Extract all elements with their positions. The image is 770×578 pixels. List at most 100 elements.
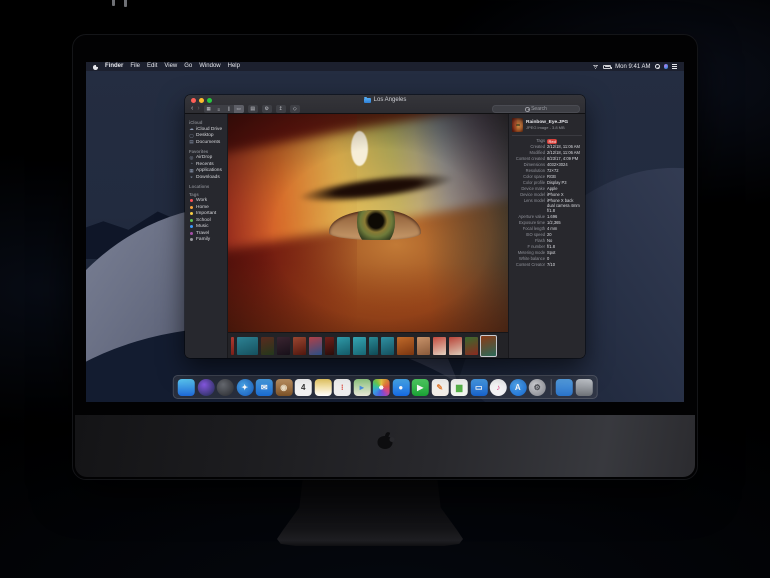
window-header: Los Angeles ‹ › ▦ ≡ ∥ ▭ ▤ ⚙ ↥ ◇ Search	[185, 95, 585, 114]
photo-thumbnail-1[interactable]	[231, 336, 234, 355]
siri-icon[interactable]	[663, 64, 668, 69]
menu-item-finder[interactable]: Finder	[105, 62, 123, 71]
downloads-folder-dock-icon[interactable]	[555, 378, 573, 396]
tags-button[interactable]: ◇	[289, 105, 300, 113]
sidebar-item-family[interactable]: Family	[189, 237, 227, 244]
numbers-dock-icon[interactable]: ▆	[450, 378, 468, 396]
menu-item-help[interactable]: Help	[228, 62, 240, 71]
sidebar-item-label: Music	[196, 224, 209, 230]
list-view-button[interactable]: ≡	[214, 105, 224, 113]
preview-pane: Rainbow_Eye.JPG JPEG image - 3.8 MB Tags…	[508, 114, 585, 358]
photo-thumbnail-16[interactable]	[465, 336, 478, 355]
maps-dock-icon[interactable]: ▸	[353, 378, 371, 396]
icloud-drive-icon: ☁	[189, 126, 194, 132]
forward-button[interactable]: ›	[197, 105, 199, 113]
sidebar-item-label: iCloud Drive	[196, 126, 223, 132]
trash-dock-icon[interactable]	[575, 378, 593, 396]
metadata-row: Lens model iPhone X back dual camera 4mm …	[512, 198, 582, 213]
photo-thumbnail-11[interactable]	[381, 336, 394, 355]
gallery-preview-image[interactable]	[228, 114, 508, 332]
grouping-button[interactable]: ▤	[247, 105, 258, 113]
menu-item-view[interactable]: View	[164, 62, 177, 71]
photo-thumbnail-7[interactable]	[325, 336, 334, 355]
photo-thumbnail-10[interactable]	[369, 336, 378, 355]
photo-thumbnail-5[interactable]	[293, 336, 306, 355]
photo-thumbnail-3[interactable]	[261, 336, 274, 355]
finder-dock-icon[interactable]	[177, 378, 195, 396]
menu-item-window[interactable]: Window	[199, 62, 220, 71]
photo-thumbnail-14[interactable]	[433, 336, 446, 355]
share-button[interactable]: ↥	[275, 105, 286, 113]
calendar-dock-icon[interactable]: 4	[294, 378, 312, 396]
metadata-value: 1/2,365	[547, 219, 561, 225]
menu-item-edit[interactable]: Edit	[147, 62, 157, 71]
metadata-row: F number f/1.8	[512, 243, 582, 250]
photo-thumbnail-6[interactable]	[309, 336, 322, 355]
sidebar-section-header: Favorites	[189, 148, 209, 154]
photo-thumbnail-13[interactable]	[417, 336, 430, 355]
notes-dock-icon[interactable]	[314, 378, 332, 396]
messages-dock-icon[interactable]: ●	[392, 378, 410, 396]
window-title-area: Los Angeles	[185, 96, 585, 104]
metadata-value: f/1.8	[547, 243, 555, 249]
battery-icon[interactable]	[603, 64, 612, 69]
finder-sidebar: iCloud ☁ iCloud Drive ▢ Desktop ▤ Documents Fav…	[185, 114, 228, 358]
menu-bar-clock[interactable]: Mon 9:41 AM	[615, 64, 650, 70]
photo-thumbnail-15[interactable]	[449, 336, 462, 355]
wifi-icon[interactable]	[592, 64, 600, 69]
metadata-value: Spot	[547, 249, 556, 255]
menu-item-go[interactable]: Go	[184, 62, 192, 71]
marketing-backdrop: Finder File Edit View Go Window Help Mon 9:41 …	[0, 0, 770, 578]
metadata-value: 0	[547, 255, 550, 261]
metadata-rows: Tags Red Created 2/12/18, 11:06 AM Modified 2…	[512, 137, 582, 268]
search-input[interactable]: Search	[492, 105, 580, 113]
system-preferences-dock-icon[interactable]: ⚙	[528, 378, 546, 396]
back-button[interactable]: ‹	[191, 105, 193, 113]
photo-thumbnail-8[interactable]	[337, 336, 350, 355]
icon-view-button[interactable]: ▦	[204, 105, 214, 113]
metadata-label: Tags	[536, 137, 545, 143]
photo-thumbnail-17[interactable]	[480, 334, 497, 357]
airdrop-icon: ◎	[189, 154, 194, 160]
photo-thumbnail-4[interactable]	[277, 336, 290, 355]
tag-color-icon	[190, 199, 193, 203]
tag-badge: Red	[547, 138, 558, 144]
column-view-button[interactable]: ∥	[224, 105, 234, 113]
spotlight-icon[interactable]	[654, 64, 660, 70]
sidebar-item-documents[interactable]: ▤ Documents	[189, 139, 227, 146]
safari-dock-icon[interactable]: ✦	[236, 378, 254, 396]
contacts-dock-icon[interactable]: ◉	[275, 378, 293, 396]
sidebar-item-label: Applications	[196, 168, 222, 174]
mail-dock-icon[interactable]: ✉	[255, 378, 273, 396]
pages-dock-icon[interactable]: ✎	[431, 378, 449, 396]
metadata-row: Exposure time 1/2,365	[512, 219, 582, 226]
photos-dock-icon[interactable]	[372, 378, 390, 396]
photo-thumbnail-2[interactable]	[237, 336, 258, 355]
facetime-dock-icon[interactable]: ▶	[411, 378, 429, 396]
folder-icon	[363, 96, 371, 103]
reminders-dock-icon[interactable]: ⁝	[333, 378, 351, 396]
action-button[interactable]: ⚙	[261, 105, 272, 113]
siri-dock-icon[interactable]	[197, 378, 215, 396]
tag-color-icon	[190, 205, 193, 209]
metadata-label: Metering mode	[517, 249, 545, 255]
keynote-dock-icon[interactable]: ▭	[470, 378, 488, 396]
menu-bar: Finder File Edit View Go Window Help Mon 9:41 …	[86, 62, 684, 71]
metadata-row: Metering mode Spot	[512, 249, 582, 256]
sidebar-item-downloads[interactable]: ◒ Downloads	[189, 174, 227, 181]
thumbnail-strip	[228, 332, 508, 358]
app-store-dock-icon[interactable]: A	[509, 378, 527, 396]
apple-menu-icon[interactable]	[93, 64, 99, 70]
metadata-row: White balance 0	[512, 255, 582, 262]
metadata-label: White balance	[519, 255, 545, 261]
photo-thumbnail-12[interactable]	[397, 336, 414, 355]
cropped-letter	[124, 0, 127, 7]
gallery-view-button[interactable]: ▭	[233, 105, 244, 113]
desktop-icon: ▢	[189, 132, 194, 138]
itunes-dock-icon[interactable]: ♪	[489, 378, 507, 396]
notification-center-icon[interactable]	[672, 64, 677, 69]
photo-thumbnail-9[interactable]	[353, 336, 366, 355]
metadata-label: F number	[527, 243, 545, 249]
menu-item-file[interactable]: File	[130, 62, 140, 71]
launchpad-dock-icon[interactable]	[216, 378, 234, 396]
